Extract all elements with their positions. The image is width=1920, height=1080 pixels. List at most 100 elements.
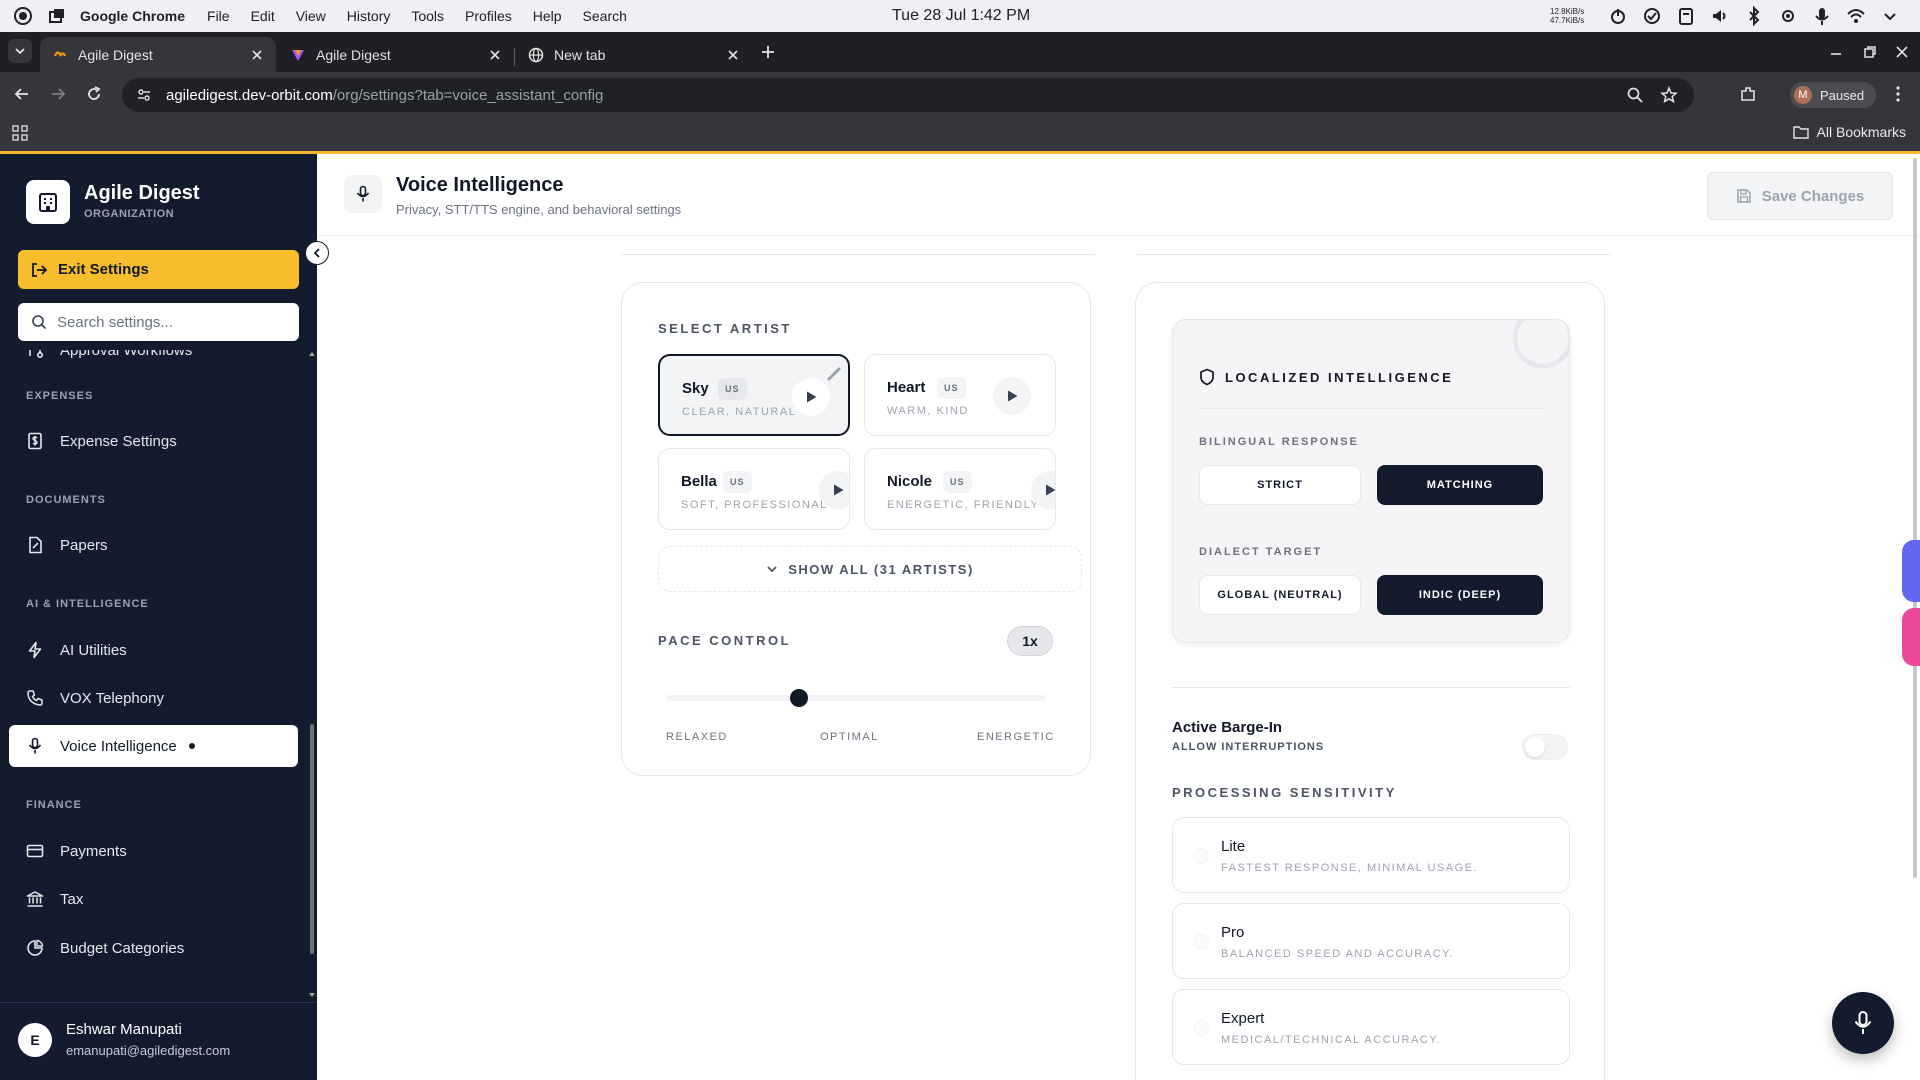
artist-option-nicole[interactable]: Nicole US ENERGETIC, FRIENDLY bbox=[864, 448, 1056, 530]
sidebar-item-ai-utilities[interactable]: AI Utilities bbox=[9, 629, 298, 671]
dialect-option-indic[interactable]: INDIC (DEEP) bbox=[1377, 575, 1543, 615]
pace-slider-thumb[interactable] bbox=[790, 689, 808, 707]
forward-arrow-icon[interactable] bbox=[48, 84, 68, 104]
preview-play-button[interactable] bbox=[993, 377, 1031, 415]
localized-intelligence-heading: LOCALIZED INTELLIGENCE bbox=[1225, 370, 1454, 385]
sidebar-item-budget-categories[interactable]: Budget Categories bbox=[9, 927, 298, 969]
sidebar-item-papers[interactable]: Papers bbox=[9, 524, 298, 566]
pace-slider-track[interactable] bbox=[666, 695, 1046, 701]
sync-icon[interactable] bbox=[1642, 6, 1662, 26]
menu-edit[interactable]: Edit bbox=[251, 8, 275, 24]
artist-option-bella[interactable]: Bella US SOFT, PROFESSIONAL bbox=[658, 448, 850, 530]
side-widget-tab[interactable] bbox=[1902, 540, 1920, 602]
sidebar-item-tax[interactable]: Tax bbox=[9, 878, 298, 920]
volume-icon[interactable] bbox=[1710, 6, 1730, 26]
menu-profiles[interactable]: Profiles bbox=[465, 8, 512, 24]
radio-button[interactable] bbox=[1193, 1020, 1209, 1036]
preview-play-button[interactable] bbox=[819, 471, 849, 509]
preview-play-button[interactable] bbox=[792, 378, 830, 416]
page-scrollbar[interactable] bbox=[1913, 158, 1917, 878]
sidebar-item-approval-workflows[interactable]: Approval Workflows bbox=[9, 350, 298, 371]
page-title: Voice Intelligence bbox=[396, 174, 564, 196]
radio-button[interactable] bbox=[1193, 848, 1209, 864]
show-all-artists-button[interactable]: SHOW ALL (31 ARTISTS) bbox=[658, 546, 1082, 592]
artist-option-sky[interactable]: Sky US CLEAR, NATURAL bbox=[658, 354, 850, 436]
apps-grid-icon[interactable] bbox=[12, 125, 28, 141]
sensitivity-option-expert[interactable]: Expert MEDICAL/TECHNICAL ACCURACY. bbox=[1172, 989, 1570, 1065]
exit-settings-button[interactable]: Exit Settings bbox=[18, 250, 299, 289]
more-menu-icon[interactable] bbox=[1888, 84, 1908, 104]
brightness-icon[interactable] bbox=[1778, 6, 1798, 26]
collapse-sidebar-button[interactable] bbox=[305, 241, 329, 265]
settings-search-input[interactable] bbox=[57, 313, 277, 331]
bluetooth-icon[interactable] bbox=[1744, 6, 1764, 26]
option-name: Pro bbox=[1221, 924, 1245, 941]
back-arrow-icon[interactable] bbox=[12, 84, 32, 104]
menu-file[interactable]: File bbox=[207, 8, 230, 24]
avatar: E bbox=[18, 1023, 52, 1057]
sidebar-item-label: AI Utilities bbox=[60, 641, 127, 659]
menu-tools[interactable]: Tools bbox=[411, 8, 444, 24]
chevron-down-icon[interactable] bbox=[1880, 6, 1900, 26]
sensitivity-option-lite[interactable]: Lite FASTEST RESPONSE, MINIMAL USAGE. bbox=[1172, 817, 1570, 893]
system-clock[interactable]: Tue 28 Jul 1:42 PM bbox=[892, 0, 1030, 32]
new-tab-plus-icon[interactable] bbox=[758, 42, 778, 62]
url-text[interactable]: agiledigest.dev-orbit.com/org/settings?t… bbox=[166, 87, 1626, 104]
close-icon[interactable] bbox=[488, 48, 502, 62]
microphone-tray-icon[interactable] bbox=[1812, 6, 1832, 26]
current-user[interactable]: E Eshwar Manupati emanupati@agiledigest.… bbox=[0, 1002, 317, 1080]
close-window-icon[interactable] bbox=[1894, 44, 1910, 60]
activities-icon[interactable] bbox=[14, 7, 32, 25]
address-bar[interactable]: agiledigest.dev-orbit.com/org/settings?t… bbox=[122, 78, 1694, 112]
pace-label-relaxed: RELAXED bbox=[666, 731, 728, 743]
menu-help[interactable]: Help bbox=[533, 8, 562, 24]
bilingual-option-matching[interactable]: MATCHING bbox=[1377, 465, 1543, 505]
tab-search-button[interactable] bbox=[8, 39, 32, 63]
zoom-icon[interactable] bbox=[1626, 86, 1644, 104]
radio-button[interactable] bbox=[1193, 934, 1209, 950]
browser-tab-2[interactable]: Agile Digest bbox=[278, 37, 514, 72]
active-app-name[interactable]: Google Chrome bbox=[80, 8, 185, 24]
browser-tab-3[interactable]: New tab bbox=[516, 37, 752, 72]
artist-traits: SOFT, PROFESSIONAL bbox=[681, 499, 828, 511]
minimize-icon[interactable] bbox=[1828, 44, 1844, 60]
sidebar-scrollbar-thumb[interactable] bbox=[310, 724, 314, 954]
sensitivity-option-pro[interactable]: Pro BALANCED SPEED AND ACCURACY. bbox=[1172, 903, 1570, 979]
clipboard-icon[interactable] bbox=[1676, 6, 1696, 26]
save-changes-button[interactable]: Save Changes bbox=[1707, 172, 1893, 220]
browser-tab-1[interactable]: Agile Digest bbox=[40, 37, 276, 72]
side-widget-tab[interactable] bbox=[1902, 608, 1920, 666]
user-email: emanupati@agiledigest.com bbox=[66, 1043, 231, 1058]
wifi-icon[interactable] bbox=[1846, 6, 1866, 26]
menu-search[interactable]: Search bbox=[583, 8, 627, 24]
menu-history[interactable]: History bbox=[347, 8, 391, 24]
save-icon bbox=[1736, 189, 1751, 203]
close-icon[interactable] bbox=[726, 48, 740, 62]
shield-icon bbox=[1200, 368, 1214, 386]
voice-assistant-button[interactable] bbox=[1832, 992, 1894, 1054]
menu-view[interactable]: View bbox=[296, 8, 326, 24]
artist-option-heart[interactable]: Heart US WARM, KIND bbox=[864, 354, 1056, 436]
option-description: MEDICAL/TECHNICAL ACCURACY. bbox=[1221, 1034, 1442, 1046]
sidebar-item-expense-settings[interactable]: Expense Settings bbox=[9, 420, 298, 462]
all-bookmarks-button[interactable]: All Bookmarks bbox=[1792, 124, 1906, 140]
sidebar-item-payments[interactable]: Payments bbox=[9, 830, 298, 872]
dialect-option-global[interactable]: GLOBAL (NEUTRAL) bbox=[1199, 575, 1361, 615]
reload-icon[interactable] bbox=[84, 84, 104, 104]
sidebar-item-voice-intelligence[interactable]: Voice Intelligence bbox=[9, 725, 298, 767]
settings-search[interactable] bbox=[18, 303, 299, 341]
site-settings-icon[interactable] bbox=[136, 87, 152, 103]
extensions-icon[interactable] bbox=[1738, 84, 1758, 104]
artist-name: Sky bbox=[682, 380, 709, 397]
processing-sensitivity-heading: PROCESSING SENSITIVITY bbox=[1172, 785, 1397, 800]
sidebar-item-vox-telephony[interactable]: VOX Telephony bbox=[9, 677, 298, 719]
bilingual-option-strict[interactable]: STRICT bbox=[1199, 465, 1361, 505]
close-icon[interactable] bbox=[250, 48, 264, 62]
profile-button[interactable]: M Paused bbox=[1790, 82, 1877, 108]
power-icon[interactable] bbox=[1608, 6, 1628, 26]
barge-in-toggle[interactable] bbox=[1522, 734, 1568, 760]
barge-in-subtitle: ALLOW INTERRUPTIONS bbox=[1172, 741, 1325, 753]
play-icon bbox=[807, 391, 817, 403]
bookmark-star-icon[interactable] bbox=[1660, 86, 1678, 104]
restore-icon[interactable] bbox=[1862, 44, 1878, 60]
